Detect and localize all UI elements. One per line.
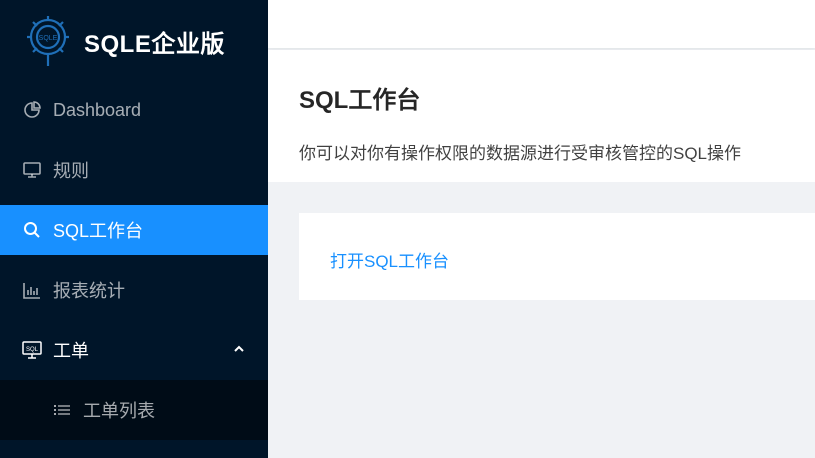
svg-text:SQL: SQL	[26, 347, 39, 353]
sidebar-item-label: 规则	[53, 161, 89, 181]
sidebar-item-label: 工单	[53, 341, 89, 361]
list-icon	[52, 400, 72, 420]
sidebar: SQLE SQLE企业版 Dashboard 规则 SQL工作台 报表统计 SQ…	[0, 0, 268, 458]
app-title: SQLE企业版	[84, 30, 225, 58]
chevron-up-icon[interactable]	[232, 342, 246, 356]
sidebar-item-rules[interactable]: 规则	[0, 145, 268, 195]
sidebar-item-sql-workbench[interactable]: SQL工作台	[0, 205, 268, 255]
monitor-icon	[22, 160, 42, 180]
page-header: SQL工作台 你可以对你有操作权限的数据源进行受审核管控的SQL操作	[268, 50, 815, 182]
page-title: SQL工作台	[299, 87, 421, 114]
workbench-card: 打开SQL工作台	[299, 213, 815, 300]
bar-chart-icon	[22, 280, 42, 300]
gear-logo-icon: SQLE	[27, 16, 69, 66]
svg-text:SQLE: SQLE	[39, 35, 58, 42]
sql-workorder-icon: SQL	[22, 340, 42, 360]
sidebar-item-dashboard[interactable]: Dashboard	[0, 85, 268, 135]
sidebar-item-reports[interactable]: 报表统计	[0, 265, 268, 315]
sidebar-item-label: Dashboard	[53, 99, 142, 120]
search-icon	[22, 220, 42, 240]
sidebar-item-label: SQL工作台	[53, 221, 144, 241]
logo[interactable]: SQLE SQLE企业版	[0, 0, 268, 82]
page-description: 你可以对你有操作权限的数据源进行受审核管控的SQL操作	[299, 144, 742, 163]
sidebar-item-workorder[interactable]: SQL 工单	[0, 325, 268, 375]
sidebar-item-label: 工单列表	[83, 401, 155, 421]
top-header-bar	[268, 0, 815, 48]
main-content: SQL工作台 你可以对你有操作权限的数据源进行受审核管控的SQL操作 打开SQL…	[268, 0, 815, 458]
pie-chart-icon	[22, 100, 42, 120]
open-sql-workbench-link[interactable]: 打开SQL工作台	[330, 247, 449, 272]
sidebar-item-label: 报表统计	[53, 281, 125, 301]
sidebar-item-workorder-list[interactable]: 工单列表	[0, 380, 268, 440]
